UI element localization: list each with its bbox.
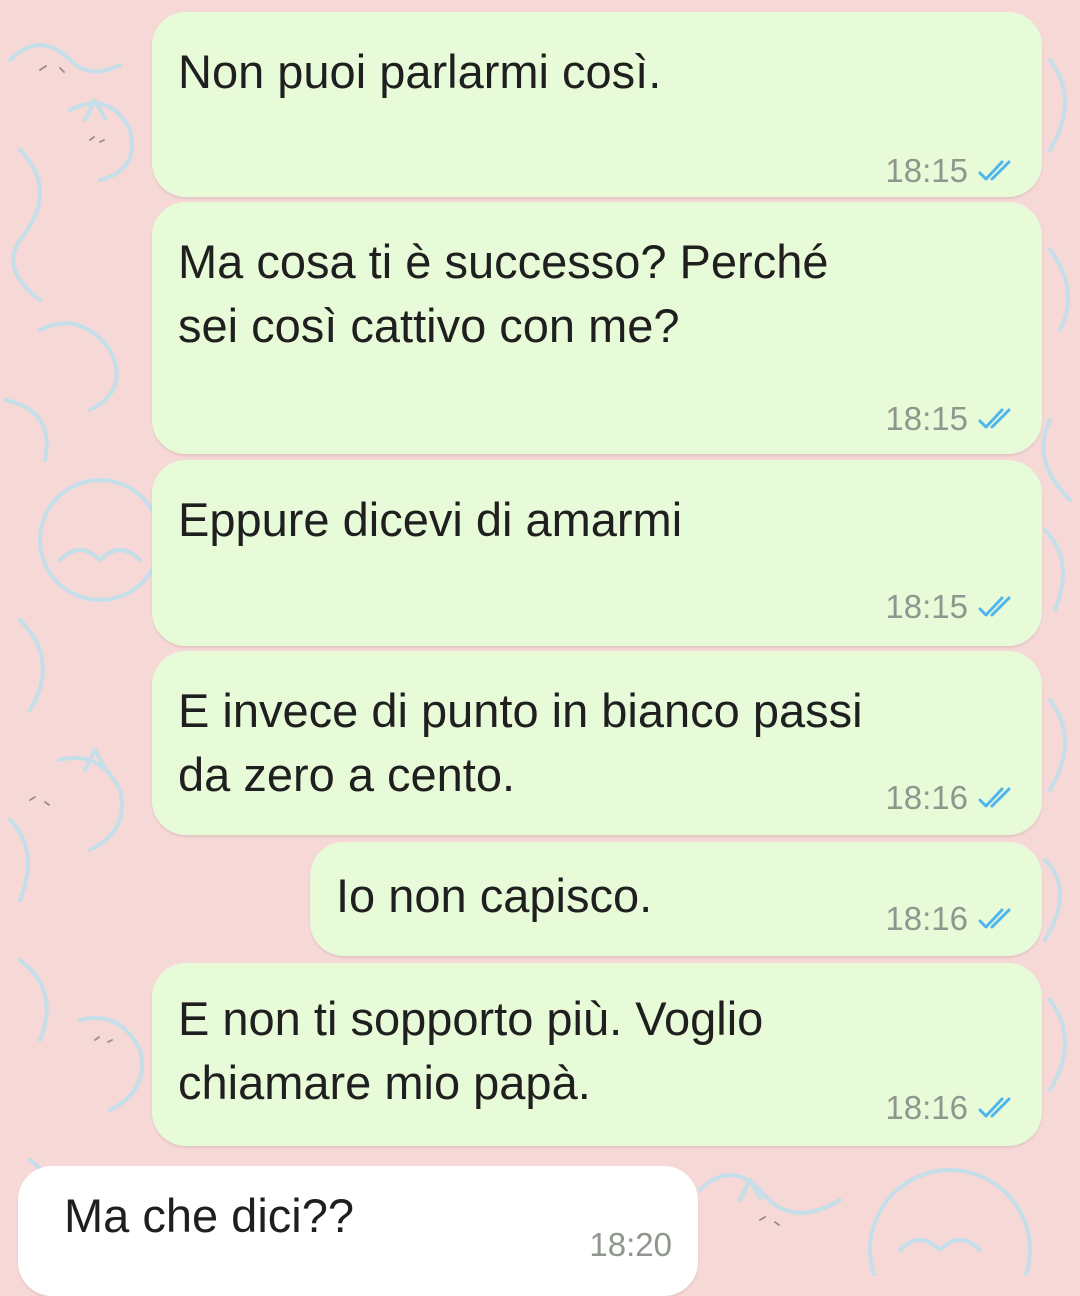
message-time: 18:16 [885, 779, 968, 816]
message-text: Eppure dicevi di amarmi [178, 493, 683, 546]
double-check-icon [978, 787, 1011, 808]
message-bubble-2[interactable]: Ma cosa ti è successo? Perché sei così c… [152, 202, 1042, 454]
message-bubble-4[interactable]: E invece di punto in bianco passi da zer… [152, 651, 1042, 835]
message-time: 18:16 [885, 900, 968, 937]
message-text: Io non capisco. [336, 869, 653, 922]
message-bubble-5[interactable]: Io non capisco. 18:16 [310, 842, 1042, 956]
message-time: 18:16 [885, 1089, 968, 1126]
message-time: 18:15 [885, 400, 968, 437]
message-meta: 18:20 [589, 1226, 672, 1264]
double-check-icon [978, 596, 1011, 617]
message-meta: 18:16 [885, 900, 1020, 938]
message-time: 18:15 [885, 588, 968, 625]
message-bubble-3[interactable]: Eppure dicevi di amarmi 18:15 [152, 460, 1042, 646]
double-check-icon [978, 1097, 1011, 1118]
message-time: 18:15 [885, 152, 968, 189]
double-check-icon [978, 408, 1011, 429]
message-text: E invece di punto in bianco passi da zer… [178, 684, 863, 801]
message-bubble-1[interactable]: Non puoi parlarmi così. 18:15 [152, 12, 1042, 197]
message-text: E non ti sopporto più. Voglio chiamare m… [178, 992, 764, 1109]
message-text: Non puoi parlarmi così. [178, 45, 662, 98]
message-meta: 18:16 [885, 1089, 1020, 1127]
message-text: Ma che dici?? [64, 1189, 354, 1242]
message-text: Ma cosa ti è successo? Perché sei così c… [178, 235, 829, 352]
message-time: 18:20 [589, 1226, 672, 1263]
message-meta: 18:15 [885, 588, 1020, 626]
message-meta: 18:16 [885, 779, 1020, 817]
message-bubble-6[interactable]: E non ti sopporto più. Voglio chiamare m… [152, 963, 1042, 1146]
double-check-icon [978, 908, 1011, 929]
double-check-icon [978, 160, 1011, 181]
message-bubble-incoming[interactable]: Ma che dici?? 18:20 [18, 1166, 698, 1296]
message-meta: 18:15 [885, 152, 1020, 190]
message-meta: 18:15 [885, 400, 1020, 438]
